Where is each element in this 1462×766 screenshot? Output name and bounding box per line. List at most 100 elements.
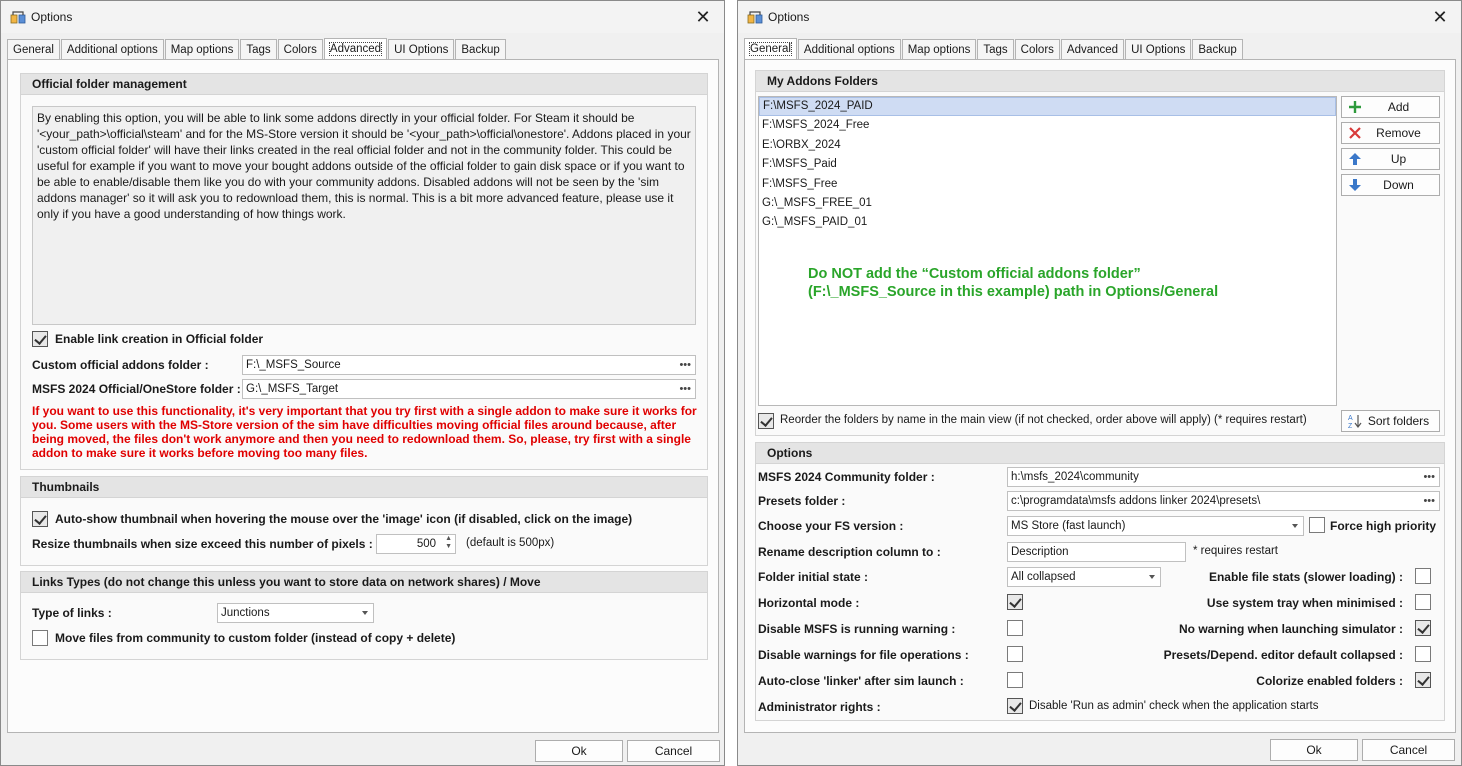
list-item[interactable]: G:\_MSFS_PAID_01 [759, 213, 1336, 232]
browse-icon[interactable]: ••• [679, 380, 691, 398]
tab-general[interactable]: General [744, 38, 797, 60]
chevron-down-icon [362, 611, 368, 615]
ok-button[interactable]: Ok [535, 740, 623, 762]
move-up-button[interactable]: Up [1341, 148, 1440, 170]
force-high-priority-label: Force high priority [1330, 519, 1437, 533]
auto-close-linker-label: Auto-close 'linker' after sim launch : [758, 674, 964, 688]
remove-folder-button[interactable]: Remove [1341, 122, 1440, 144]
cancel-button[interactable]: Cancel [1362, 739, 1455, 761]
reorder-folders-checkbox[interactable] [758, 413, 774, 429]
fs-version-dropdown[interactable]: MS Store (fast launch) [1007, 516, 1304, 536]
window-title: Options [768, 10, 810, 24]
official-onestore-folder-field[interactable]: G:\_MSFS_Target ••• [242, 379, 696, 399]
presets-folder-label: Presets folder : [758, 494, 846, 508]
tab-backup[interactable]: Backup [455, 39, 506, 60]
move-down-button[interactable]: Down [1341, 174, 1440, 196]
close-icon[interactable]: ✕ [1425, 5, 1455, 29]
requires-restart-note: * requires restart [1193, 545, 1279, 557]
rename-description-field[interactable]: Description [1007, 542, 1186, 562]
tab-additional-options[interactable]: Additional options [60, 39, 164, 60]
sort-folders-button[interactable]: AZ Sort folders [1341, 410, 1440, 432]
tab-backup[interactable]: Backup [1192, 39, 1243, 60]
tab-ui-options[interactable]: UI Options [1125, 39, 1192, 60]
auto-close-linker-checkbox[interactable] [1007, 672, 1023, 688]
tab-advanced[interactable]: Advanced [323, 38, 388, 60]
tab-colors[interactable]: Colors [277, 39, 323, 60]
colorize-folders-label: Colorize enabled folders : [1256, 674, 1403, 688]
horizontal-mode-label: Horizontal mode : [758, 596, 860, 610]
tab-tags[interactable]: Tags [977, 39, 1014, 60]
list-item[interactable]: F:\MSFS_2024_PAID [759, 97, 1336, 117]
list-item[interactable]: G:\_MSFS_FREE_01 [759, 194, 1336, 213]
auto-show-thumbnail-label: Auto-show thumbnail when hovering the mo… [55, 512, 633, 526]
cancel-button[interactable]: Cancel [627, 740, 720, 762]
auto-show-thumbnail-checkbox[interactable] [32, 511, 48, 527]
list-item[interactable]: F:\MSFS_2024_Free [759, 116, 1336, 135]
list-item[interactable]: F:\MSFS_Paid [759, 155, 1336, 174]
list-item[interactable]: E:\ORBX_2024 [759, 136, 1336, 155]
force-high-priority-checkbox[interactable] [1309, 517, 1325, 533]
disable-admin-check-checkbox[interactable] [1007, 698, 1023, 714]
custom-official-folder-label: Custom official addons folder : [32, 358, 209, 372]
official-warning-text: If you want to use this functionality, i… [32, 404, 697, 460]
ok-button[interactable]: Ok [1270, 739, 1358, 761]
file-stats-checkbox[interactable] [1415, 568, 1431, 584]
folder-initial-state-dropdown[interactable]: All collapsed [1007, 567, 1161, 587]
community-folder-field[interactable]: h:\msfs_2024\community ••• [1007, 467, 1440, 487]
resize-default-note: (default is 500px) [466, 537, 555, 549]
addons-folder-list[interactable]: F:\MSFS_2024_PAID F:\MSFS_2024_Free E:\O… [758, 96, 1337, 406]
type-of-links-label: Type of links : [32, 606, 112, 620]
move-files-checkbox[interactable] [32, 630, 48, 646]
enable-link-creation-checkbox[interactable] [32, 331, 48, 347]
title-bar: Options ✕ [738, 1, 1461, 33]
section-header: Official folder management [21, 74, 707, 95]
no-warning-launch-checkbox[interactable] [1415, 620, 1431, 636]
presets-folder-field[interactable]: c:\programdata\msfs addons linker 2024\p… [1007, 491, 1440, 511]
list-item[interactable]: F:\MSFS_Free [759, 175, 1336, 194]
community-folder-label: MSFS 2024 Community folder : [758, 470, 935, 484]
reorder-folders-label: Reorder the folders by name in the main … [780, 414, 1307, 426]
resize-thumbnails-label: Resize thumbnails when size exceed this … [32, 537, 373, 551]
colorize-folders-checkbox[interactable] [1415, 672, 1431, 688]
tab-ui-options[interactable]: UI Options [388, 39, 455, 60]
tab-map-options[interactable]: Map options [164, 39, 240, 60]
move-files-label: Move files from community to custom fold… [55, 631, 456, 645]
system-tray-checkbox[interactable] [1415, 594, 1431, 610]
section-header: My Addons Folders [756, 71, 1444, 92]
tab-advanced[interactable]: Advanced [1060, 39, 1125, 60]
custom-official-folder-field[interactable]: F:\_MSFS_Source ••• [242, 355, 696, 375]
tab-additional-options[interactable]: Additional options [797, 39, 901, 60]
disable-running-warning-checkbox[interactable] [1007, 620, 1023, 636]
add-folder-button[interactable]: Add [1341, 96, 1440, 118]
presets-collapsed-label: Presets/Depend. editor default collapsed… [1163, 648, 1403, 662]
browse-icon[interactable]: ••• [679, 356, 691, 374]
app-icon [747, 11, 763, 24]
tab-strip: General Additional options Map options T… [744, 38, 1244, 60]
tab-tags[interactable]: Tags [240, 39, 277, 60]
chevron-down-icon [1292, 524, 1298, 528]
fs-version-label: Choose your FS version : [758, 519, 904, 533]
administrator-rights-label: Administrator rights : [758, 700, 881, 714]
section-header: Thumbnails [21, 477, 707, 498]
title-bar: Options ✕ [1, 1, 724, 33]
spinner-arrows-icon[interactable]: ▲ ▼ [445, 535, 452, 551]
tab-general[interactable]: General [7, 39, 60, 60]
close-icon[interactable]: ✕ [688, 5, 718, 29]
disable-fileops-warnings-checkbox[interactable] [1007, 646, 1023, 662]
horizontal-mode-checkbox[interactable] [1007, 594, 1023, 610]
browse-icon[interactable]: ••• [1423, 492, 1435, 510]
resize-thumbnails-spinner[interactable]: 500 ▲ ▼ [376, 534, 456, 554]
tab-map-options[interactable]: Map options [901, 39, 977, 60]
type-of-links-dropdown[interactable]: Junctions [217, 603, 374, 623]
presets-collapsed-checkbox[interactable] [1415, 646, 1431, 662]
enable-link-creation-label: Enable link creation in Official folder [55, 332, 264, 346]
file-stats-label: Enable file stats (slower loading) : [1208, 570, 1403, 584]
official-description: By enabling this option, you will be abl… [32, 106, 696, 325]
official-onestore-folder-label: MSFS 2024 Official/OneStore folder : [32, 382, 241, 396]
tab-colors[interactable]: Colors [1014, 39, 1060, 60]
app-icon [10, 11, 26, 24]
annotation-note: Do NOT add the “Custom official addons f… [808, 266, 1219, 300]
section-header: Links Types (do not change this unless y… [21, 572, 707, 593]
disable-fileops-warnings-label: Disable warnings for file operations : [758, 648, 969, 662]
browse-icon[interactable]: ••• [1423, 468, 1435, 486]
